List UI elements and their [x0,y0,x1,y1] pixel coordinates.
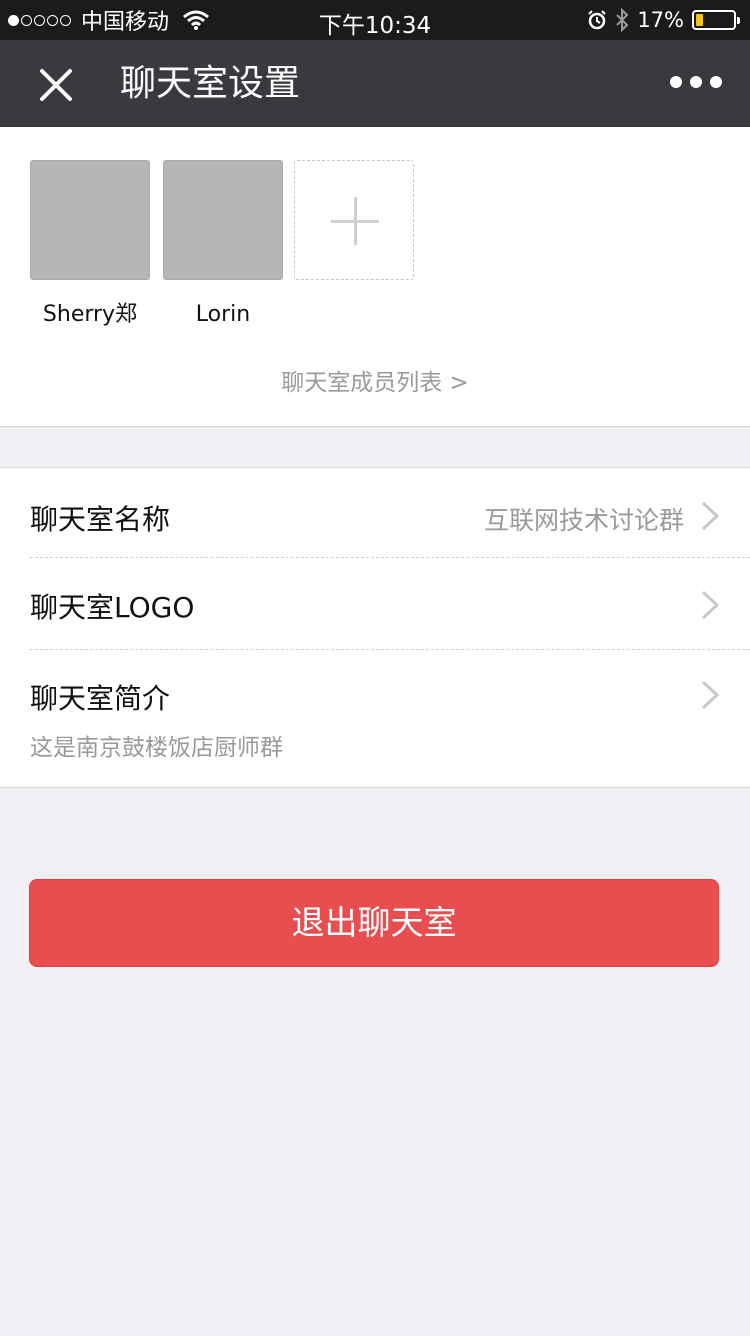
avatar[interactable] [163,160,283,280]
member-name: Lorin [195,302,251,327]
close-icon [40,69,72,101]
chatroom-name-row[interactable]: 聊天室名称 互联网技术讨论群 [0,468,750,558]
battery-fill [696,14,704,26]
more-icon [670,76,682,88]
chatroom-name-value: 互联网技术讨论群 [483,506,684,535]
chevron-right-icon [701,501,720,531]
nav-bar: 聊天室设置 [0,40,750,127]
bluetooth-icon [616,8,629,32]
member-item[interactable]: Sherry郑 [30,160,150,330]
chatroom-name-label: 聊天室名称 [30,503,171,536]
chatroom-logo-label: 聊天室LOGO [30,591,195,624]
chatroom-intro-value: 这是南京鼓楼饭店厨师群 [30,735,283,761]
more-button[interactable] [670,76,722,88]
members-section: Sherry郑 Lorin 聊天室成员列表 > [0,127,750,427]
more-icon-dot [690,76,702,88]
chatroom-intro-label: 聊天室简介 [30,682,171,715]
alarm-icon [588,10,607,30]
more-icon-dot [710,76,722,88]
chevron-right-icon [701,680,720,710]
avatar[interactable] [30,160,150,280]
page-title: 聊天室设置 [120,63,301,104]
status-bar: 中国移动 下午10:34 17% [0,0,750,40]
chevron-right-icon [701,590,720,620]
close-button[interactable] [36,65,76,105]
exit-chatroom-button[interactable]: 退出聊天室 [29,879,719,967]
add-member-button[interactable] [294,160,414,280]
plus-icon-vertical [353,197,357,245]
member-list-link[interactable]: 聊天室成员列表 > [0,363,750,397]
settings-list: 聊天室名称 互联网技术讨论群 聊天室LOGO 聊天室简介 这是南京鼓楼饭店厨师群 [0,467,750,788]
member-item[interactable]: Lorin [163,160,283,330]
chatroom-logo-row[interactable]: 聊天室LOGO [0,558,750,650]
chatroom-intro-row[interactable]: 聊天室简介 这是南京鼓楼饭店厨师群 [0,650,750,788]
status-right: 17% [587,6,740,34]
battery-percent: 17% [637,8,684,32]
battery-icon [692,10,740,30]
member-name: Sherry郑 [42,302,138,327]
